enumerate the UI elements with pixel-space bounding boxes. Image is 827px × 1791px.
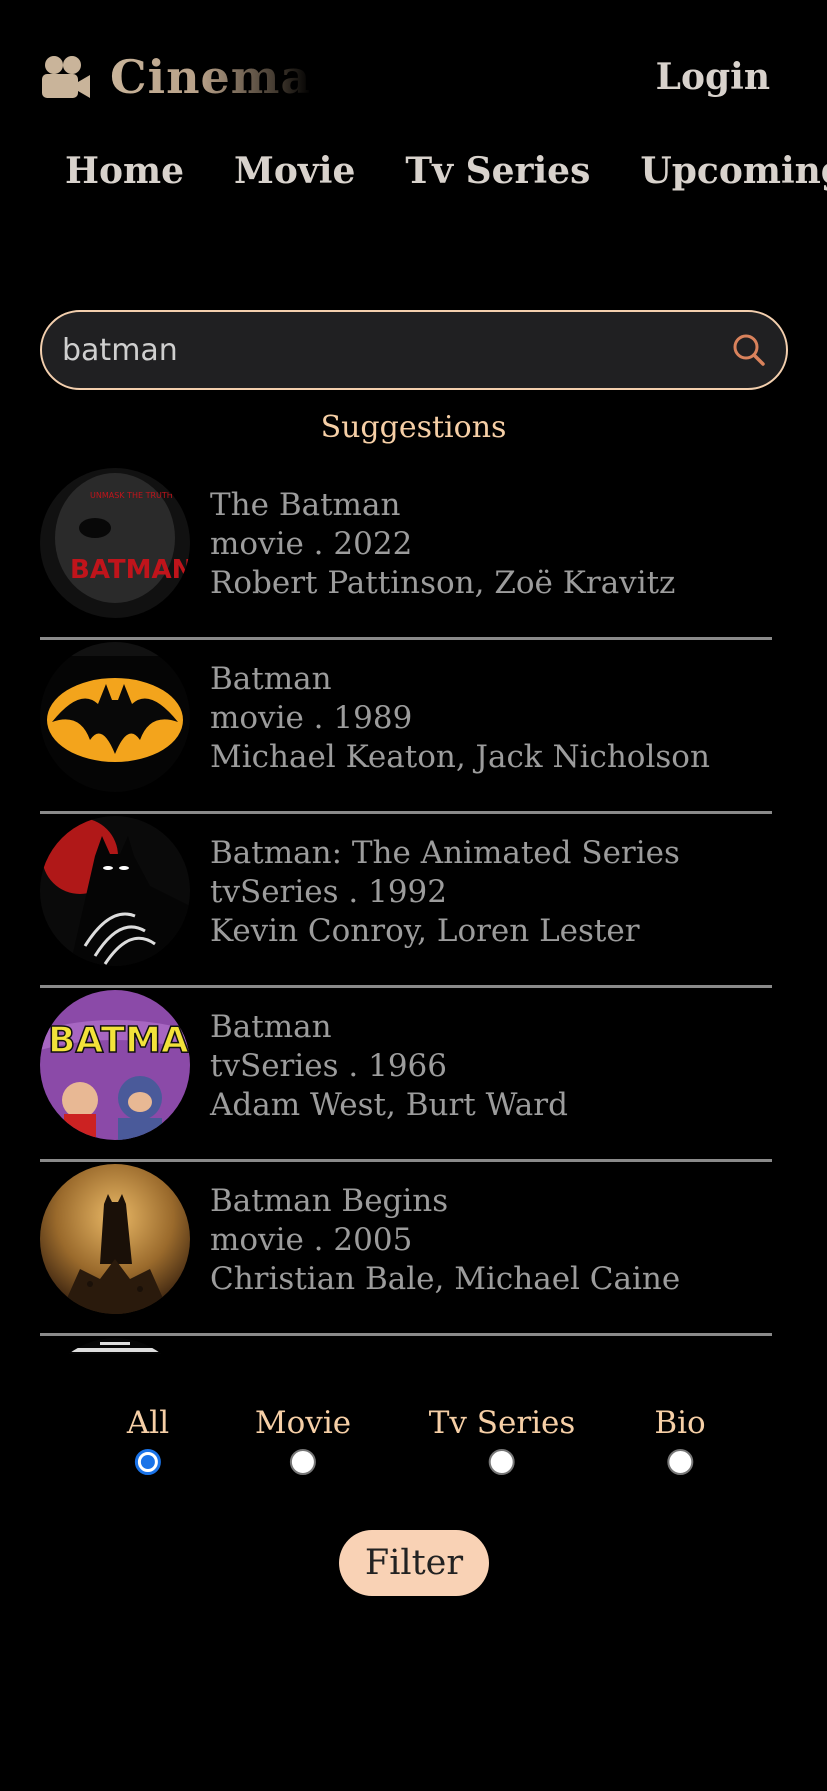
movie-camera-icon	[42, 56, 90, 98]
nav-tv-series[interactable]: Tv Series	[405, 150, 590, 192]
list-item[interactable]: BATMAN Batman tvSeries . 1966 Adam West,…	[40, 988, 772, 1162]
suggestions-list: BATMAN UNMASK THE TRUTH The Batman movie…	[40, 466, 772, 1354]
search-icon[interactable]	[732, 333, 766, 367]
item-meta: movie . 2022	[210, 526, 413, 562]
filter-button[interactable]: Filter	[339, 1530, 489, 1596]
filter-bio-radio[interactable]	[666, 1449, 693, 1475]
poster-thumbnail: BATMAN	[40, 990, 190, 1140]
poster-thumbnail	[40, 642, 190, 792]
item-meta: tvSeries . 1966	[210, 1048, 447, 1084]
nav-movie[interactable]: Movie	[234, 150, 355, 192]
filter-tv-series-label: Tv Series	[428, 1405, 576, 1441]
filter-options: All Movie Tv Series Bio	[0, 1405, 827, 1495]
list-item[interactable]: Batman: The Animated Series tvSeries . 1…	[40, 814, 772, 988]
filter-movie[interactable]: Movie	[255, 1405, 351, 1475]
nav-home[interactable]: Home	[65, 150, 184, 192]
item-cast: Kevin Conroy, Loren Lester	[210, 913, 640, 949]
svg-text:BATMAN: BATMAN	[48, 1020, 190, 1061]
item-cast: Christian Bale, Michael Caine	[210, 1261, 681, 1297]
filter-tv-series[interactable]: Tv Series	[428, 1405, 576, 1475]
item-title: Batman Begins	[210, 1183, 449, 1219]
list-item[interactable]: BATMAN UNMASK THE TRUTH The Batman movie…	[40, 466, 772, 640]
brand-name: Cinema	[110, 50, 312, 104]
nav-upcoming[interactable]: Upcoming	[640, 150, 827, 192]
search-input[interactable]	[62, 312, 702, 388]
item-meta: tvSeries . 1992	[210, 874, 447, 910]
brand-logo[interactable]: Cinema	[40, 50, 311, 104]
filter-all-radio[interactable]	[135, 1449, 161, 1475]
poster-thumbnail: BATMAN UNMASK THE TRUTH	[40, 468, 190, 618]
item-title: Batman	[210, 1009, 332, 1045]
list-item[interactable]: Batman Begins movie . 2005 Christian Bal…	[40, 1162, 772, 1336]
item-title: The Batman	[210, 487, 401, 523]
poster-thumbnail	[40, 816, 190, 966]
list-item[interactable]: Batman movie . 1989 Michael Keaton, Jack…	[40, 640, 772, 814]
item-cast: Adam West, Burt Ward	[210, 1087, 568, 1123]
suggestions-heading: Suggestions	[320, 410, 507, 445]
main-nav: Home Movie Tv Series Upcoming	[65, 150, 827, 192]
filter-bio-label: Bio	[654, 1405, 706, 1441]
poster-thumbnail	[40, 1164, 190, 1314]
item-meta: movie . 1989	[210, 700, 413, 736]
svg-text:BATMAN: BATMAN	[70, 555, 190, 585]
filter-movie-radio[interactable]	[290, 1449, 316, 1475]
item-meta: movie . 2005	[210, 1222, 413, 1258]
header: Cinema Login	[40, 50, 770, 110]
item-title: Batman	[210, 661, 332, 697]
item-cast: Michael Keaton, Jack Nicholson	[210, 739, 710, 775]
filter-bio[interactable]: Bio	[654, 1405, 706, 1475]
poster-thumbnail	[40, 1338, 190, 1354]
item-cast: Robert Pattinson, Zoë Kravitz	[210, 565, 676, 601]
item-title: Batman: The Animated Series	[210, 835, 680, 871]
svg-text:UNMASK THE TRUTH: UNMASK THE TRUTH	[90, 491, 173, 500]
filter-all[interactable]: All	[127, 1405, 169, 1475]
filter-all-label: All	[126, 1405, 170, 1441]
filter-movie-label: Movie	[254, 1405, 352, 1441]
list-item[interactable]	[40, 1336, 772, 1354]
login-link[interactable]: Login	[656, 56, 770, 98]
filter-tv-series-radio[interactable]	[489, 1449, 515, 1475]
search-bar	[40, 310, 788, 390]
